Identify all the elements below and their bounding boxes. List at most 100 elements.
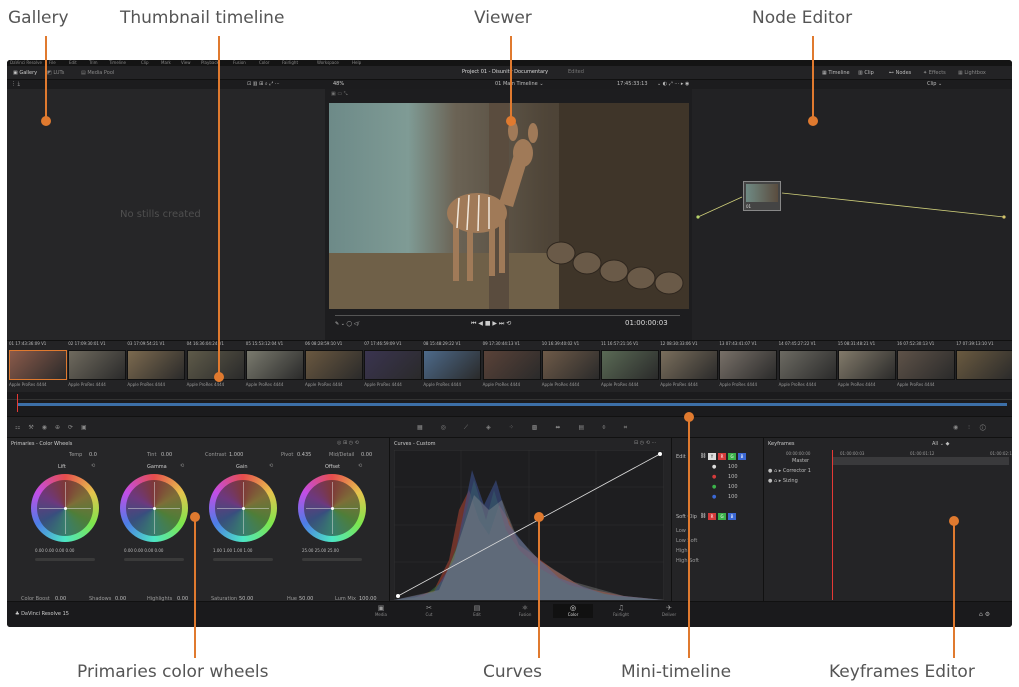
clip-thumbnail[interactable] [482, 350, 541, 380]
menu-item-help[interactable]: Help [352, 60, 361, 65]
wheel-values[interactable]: 0.00 0.00 0.00 0.00 [124, 548, 163, 553]
zoom-level[interactable]: 48% [333, 81, 344, 87]
channel-intensity-value[interactable]: 100 [728, 474, 738, 480]
wheel-center-handle[interactable] [331, 507, 334, 510]
edit-channel-b[interactable]: B [738, 453, 746, 460]
channel-intensity-value[interactable]: 100 [728, 494, 738, 500]
node-01[interactable]: 01 [743, 181, 781, 211]
tint-value[interactable]: 0.00 [161, 452, 172, 458]
timeline-toggle[interactable]: ▦ Timeline [822, 70, 850, 76]
clip-thumbnail[interactable] [956, 350, 1012, 380]
page-tab-cut[interactable]: ✂ Cut [409, 604, 449, 618]
clip-thumbnail[interactable] [305, 350, 363, 380]
lightbox-toggle[interactable]: ▦ Lightbox [958, 70, 986, 76]
center-palette-icons[interactable]: ▦◎⟋◈⁘▩⬌▤⌽⌗ [417, 424, 645, 432]
wheel-reset-icon[interactable]: ⟲ [269, 463, 273, 469]
right-palette-icons[interactable]: ◉⫶ⓘ [953, 424, 996, 432]
page-tab-edit[interactable]: ▤ Edit [457, 604, 497, 618]
corrector-row[interactable]: ● ⌂ ▸ Corrector 1 [768, 468, 811, 474]
edit-channel-g[interactable]: G [728, 453, 736, 460]
menu-item-timeline[interactable]: Timeline [109, 60, 126, 65]
menu-item-fusion[interactable]: Fusion [233, 60, 246, 65]
temp-value[interactable]: 0.0 [89, 452, 97, 458]
page-tab-color[interactable]: ◎ Color [553, 604, 593, 618]
clip-thumbnail[interactable] [423, 350, 482, 380]
wheel-values[interactable]: 0.00 0.00 0.00 0.00 [35, 548, 74, 553]
clip-thumbnail[interactable] [127, 350, 186, 380]
clip-thumbnail[interactable] [660, 350, 719, 380]
master-wheel-slider[interactable] [213, 558, 273, 561]
viewer-mode-icons[interactable]: ▣ ▭ ⤡ [331, 91, 348, 97]
wheel-values[interactable]: 1.00 1.00 1.00 1.00 [213, 548, 252, 553]
edit-link-icon[interactable]: ⛓ [700, 453, 706, 459]
wheel-reset-icon[interactable]: ⟲ [91, 463, 95, 469]
softclip-g[interactable]: G [718, 513, 726, 520]
wheel-reset-icon[interactable]: ⟲ [358, 463, 362, 469]
gallery-tab[interactable]: ▣ Gallery [13, 70, 37, 76]
page-tab-deliver[interactable]: ✈ Deliver [649, 604, 689, 618]
softclip-link-icon[interactable]: ⛓ [700, 513, 706, 519]
luts-tab[interactable]: ◩ LUTs [47, 70, 64, 76]
softclip-r[interactable]: R [708, 513, 716, 520]
wheel-center-handle[interactable] [64, 507, 67, 510]
menu-item-playback[interactable]: Playback [201, 60, 219, 65]
softclip-b[interactable]: B [728, 513, 736, 520]
clip-thumbnail[interactable] [541, 350, 600, 380]
transport-controls[interactable]: ⏮ ◀ ■ ▶ ⏭ ⟲ [471, 320, 511, 328]
nodes-toggle[interactable]: ⊷ Nodes [889, 70, 911, 76]
effects-toggle[interactable]: ✦ Effects [923, 70, 946, 76]
menu-item-color[interactable]: Color [259, 60, 269, 65]
clip-thumbnail[interactable] [778, 350, 837, 380]
wheel-reset-icon[interactable]: ⟲ [180, 463, 184, 469]
media-pool-tab[interactable]: ▤ Media Pool [81, 70, 114, 76]
clip-thumbnail[interactable] [9, 350, 67, 380]
wheel-values[interactable]: 25.00 25.00 25.00 [302, 548, 339, 553]
primaries-mode-icons[interactable]: ◎ ⊞ ◷ ⟲ [337, 440, 359, 446]
master-wheel-slider[interactable] [35, 558, 95, 561]
menu-app[interactable]: DaVinci Resolve [10, 60, 42, 65]
timeline-selector[interactable]: 01 Main Timeline ⌄ [495, 81, 544, 87]
keyframes-filter[interactable]: All ⌄ ◆ [932, 441, 949, 447]
viewer-tools-icon[interactable]: ⊡ ▥ ⊞ ⌕ ⤢ ⋯ [247, 81, 280, 87]
menu-item-mark[interactable]: Mark [161, 60, 171, 65]
master-wheel-slider[interactable] [302, 558, 362, 561]
footer-home-settings-icons[interactable]: ⌂ ⚙ [979, 611, 990, 618]
sizing-row[interactable]: ● ⌂ ▸ Sizing [768, 478, 798, 484]
clip-thumbnail[interactable] [897, 350, 955, 380]
channel-intensity-value[interactable]: 100 [728, 484, 738, 490]
edit-channel-r[interactable]: R [718, 453, 726, 460]
mini-timeline-playhead[interactable] [17, 394, 18, 412]
viewer-options-icon[interactable]: ⌄ ◐ ⤢ ⋯ ▸ ◉ [657, 81, 689, 87]
clip-toggle[interactable]: ▥ Clip [858, 70, 874, 76]
wheel-center-handle[interactable] [153, 507, 156, 510]
middetail-value[interactable]: 0.00 [361, 452, 372, 458]
edit-channel-y[interactable]: Y [708, 453, 716, 460]
menu-item-clip[interactable]: Clip [141, 60, 149, 65]
page-tab-media[interactable]: ▣ Media [361, 604, 401, 618]
pivot-value[interactable]: 0.435 [297, 452, 311, 458]
wheel-center-handle[interactable] [242, 507, 245, 510]
clip-thumbnail[interactable] [364, 350, 423, 380]
menu-item-edit[interactable]: Edit [69, 60, 77, 65]
curves-options-icons[interactable]: ⊟ ◷ ⟲ ⋯ [634, 440, 657, 446]
menu-item-fairlight[interactable]: Fairlight [282, 60, 298, 65]
clip-thumbnail[interactable] [837, 350, 896, 380]
menu-item-workspace[interactable]: Workspace [317, 60, 339, 65]
viewer-image[interactable] [329, 103, 689, 309]
menu-item-view[interactable]: View [181, 60, 191, 65]
keyframes-playhead[interactable] [832, 450, 833, 600]
viewer-scrubber[interactable] [335, 315, 680, 316]
curves-graph[interactable] [394, 450, 664, 600]
gallery-options-icon[interactable]: ⋮ ⤓ [11, 81, 20, 87]
mini-timeline[interactable] [7, 392, 1012, 416]
menu-item-file[interactable]: File [49, 60, 56, 65]
viewer-tools-left[interactable]: ✎ ⌄ ◯ ◁⧸ [335, 321, 359, 327]
master-wheel-slider[interactable] [124, 558, 184, 561]
channel-intensity-value[interactable]: 100 [728, 464, 738, 470]
page-tab-fairlight[interactable]: ♫ Fairlight [601, 604, 641, 618]
clip-thumbnail[interactable] [245, 350, 304, 380]
node-mode-selector[interactable]: Clip ⌄ [927, 81, 942, 87]
clip-thumbnail[interactable] [719, 350, 778, 380]
clip-thumbnail[interactable] [68, 350, 127, 380]
clip-thumbnail[interactable] [601, 350, 659, 380]
